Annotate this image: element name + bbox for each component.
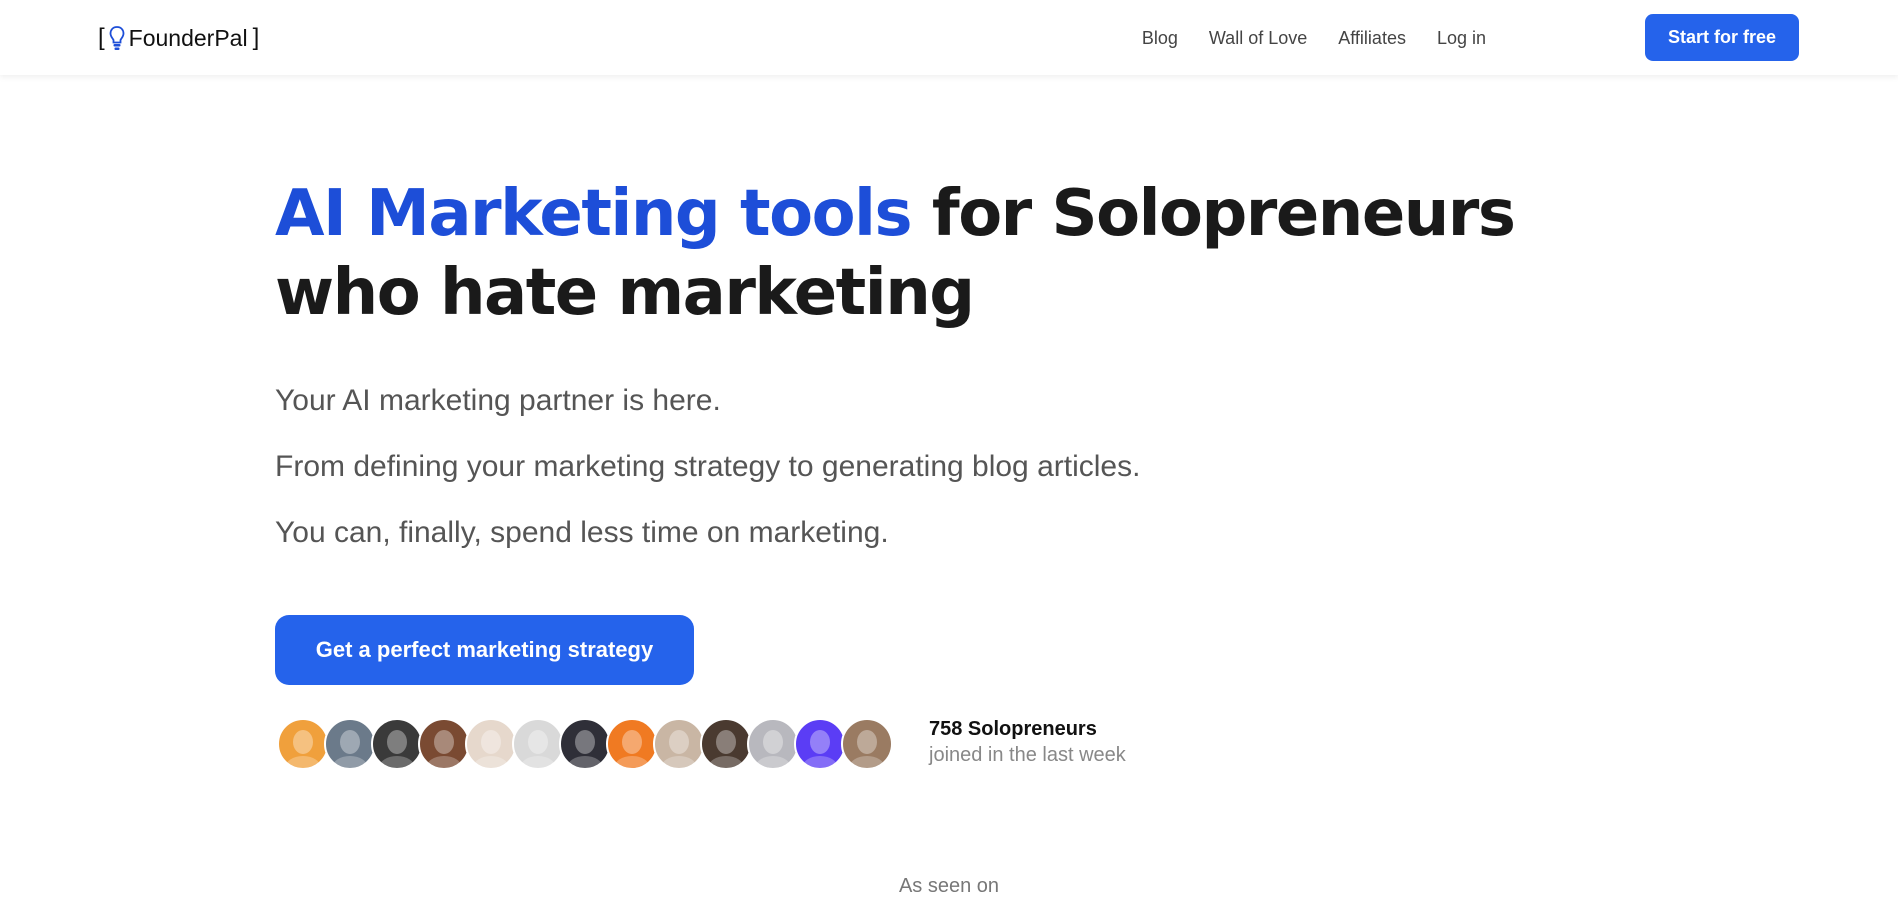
avatar-body — [849, 756, 885, 768]
get-marketing-strategy-button[interactable]: Get a perfect marketing strategy — [275, 615, 694, 685]
avatar-face — [387, 730, 407, 754]
avatar — [277, 718, 329, 770]
avatar-face — [575, 730, 595, 754]
logo-bracket-open: [ — [98, 24, 105, 51]
avatar-body — [708, 756, 744, 768]
avatar-body — [426, 756, 462, 768]
avatar-face — [528, 730, 548, 754]
avatar-body — [802, 756, 838, 768]
avatar — [324, 718, 376, 770]
avatar-body — [473, 756, 509, 768]
hero-subtext: Your AI marketing partner is here. From … — [275, 383, 1140, 581]
social-proof: 758 Solopreneurs joined in the last week — [929, 716, 1126, 768]
nav-link-affiliates[interactable]: Affiliates — [1338, 28, 1406, 49]
nav-link-log-in[interactable]: Log in — [1437, 28, 1486, 49]
avatar — [371, 718, 423, 770]
avatar-body — [614, 756, 650, 768]
avatar — [794, 718, 846, 770]
avatar — [747, 718, 799, 770]
avatar-body — [379, 756, 415, 768]
avatar-face — [481, 730, 501, 754]
nav-links: Blog Wall of Love Affiliates Log in — [1142, 24, 1486, 52]
hero-headline: AI Marketing tools for Solopreneurs who … — [275, 175, 1575, 333]
avatar-stack — [277, 718, 893, 770]
avatar — [512, 718, 564, 770]
avatar — [700, 718, 752, 770]
avatar-face — [340, 730, 360, 754]
avatar — [606, 718, 658, 770]
avatar-body — [520, 756, 556, 768]
avatar-face — [716, 730, 736, 754]
hero-sub-1: Your AI marketing partner is here. — [275, 384, 721, 417]
hero-section: AI Marketing tools for Solopreneurs who … — [275, 175, 1575, 549]
nav-link-wall-of-love[interactable]: Wall of Love — [1209, 28, 1307, 49]
avatar-body — [567, 756, 603, 768]
nav-link-blog[interactable]: Blog — [1142, 28, 1178, 49]
avatar — [841, 718, 893, 770]
start-for-free-button[interactable]: Start for free — [1645, 14, 1799, 61]
avatar — [418, 718, 470, 770]
headline-line2: who hate marketing — [275, 256, 975, 330]
avatar — [559, 718, 611, 770]
avatar-body — [755, 756, 791, 768]
avatar-face — [622, 730, 642, 754]
headline-accent: AI Marketing tools — [275, 177, 913, 251]
as-seen-on-label: As seen on — [898, 875, 1000, 897]
hero-sub-2: From defining your marketing strategy to… — [275, 450, 1141, 483]
headline-rest: for Solopreneurs — [931, 177, 1516, 251]
logo[interactable]: [ FounderPal ] — [98, 22, 259, 54]
social-proof-count: 758 Solopreneurs — [929, 718, 1097, 740]
avatar-face — [857, 730, 877, 754]
top-navbar: [ FounderPal ] Blog Wall of Love Affilia… — [0, 0, 1898, 75]
avatar-face — [810, 730, 830, 754]
social-proof-subtext: joined in the last week — [929, 744, 1126, 766]
logo-bracket-close: ] — [252, 24, 260, 51]
avatar-face — [763, 730, 783, 754]
avatar-face — [669, 730, 689, 754]
avatar-face — [434, 730, 454, 754]
avatar — [653, 718, 705, 770]
hero-sub-3: You can, finally, spend less time on mar… — [275, 516, 889, 549]
logo-text: FounderPal — [128, 24, 248, 51]
avatar-body — [285, 756, 321, 768]
avatar-face — [293, 730, 313, 754]
avatar-body — [661, 756, 697, 768]
lightbulb-icon — [109, 25, 125, 51]
avatar — [465, 718, 517, 770]
avatar-body — [332, 756, 368, 768]
